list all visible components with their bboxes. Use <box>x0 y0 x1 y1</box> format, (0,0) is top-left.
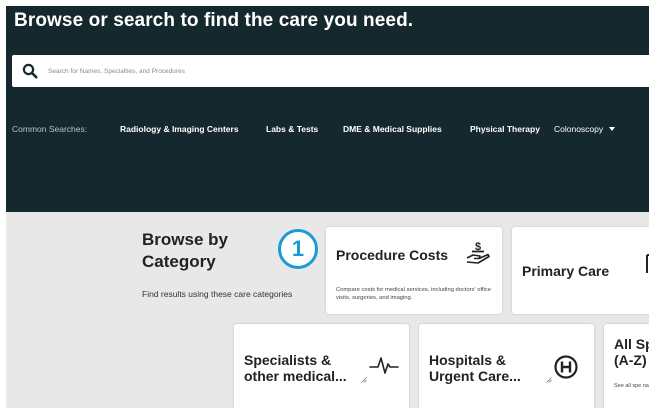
card-primary-care[interactable]: Primary Care <box>512 227 649 314</box>
common-search-link-dme[interactable]: DME & Medical Supplies <box>343 124 442 134</box>
common-searches-more-dropdown[interactable]: Colonoscopy <box>554 124 616 134</box>
hero-banner: Browse or search to find the care you ne… <box>6 6 649 212</box>
common-searches-label: Common Searches: <box>12 124 88 134</box>
chevron-down-icon <box>609 127 616 131</box>
search-bar[interactable] <box>12 55 649 87</box>
browse-category-title: Browse by Category <box>142 230 228 271</box>
card-specialists-title: Specialists & other medical... <box>244 352 347 384</box>
resize-handle-icon <box>361 377 367 383</box>
common-search-link-physical-therapy[interactable]: Physical Therapy <box>470 124 540 134</box>
common-searches-more-label: Colonoscopy <box>554 124 604 134</box>
step-number-badge: 1 <box>278 229 318 269</box>
card-primary-care-title: Primary Care <box>522 263 610 279</box>
card-all-specialties-description: See all spe name <box>614 383 649 389</box>
common-search-link-labs[interactable]: Labs & Tests <box>266 124 318 134</box>
heartbeat-icon <box>369 357 399 374</box>
common-search-link-radiology[interactable]: Radiology & Imaging Centers <box>120 124 239 134</box>
card-specialists[interactable]: Specialists & other medical... <box>234 324 409 408</box>
card-procedure-costs-description: Compare costs for medical services, incl… <box>336 287 492 301</box>
hospital-h-icon <box>554 355 578 379</box>
card-procedure-costs[interactable]: Procedure Costs $ Compare costs for medi… <box>326 227 502 314</box>
card-procedure-costs-title: Procedure Costs <box>336 247 449 263</box>
common-searches: Common Searches: Radiology & Imaging Cen… <box>12 124 649 138</box>
resize-handle-icon <box>546 377 552 383</box>
search-input[interactable] <box>48 60 638 82</box>
card-hospitals-title: Hospitals & Urgent Care... <box>429 352 521 384</box>
search-icon[interactable] <box>22 63 38 79</box>
hand-dollar-icon: $ <box>466 241 490 264</box>
card-all-specialties-title: All Sp (A-Z) <box>614 336 649 368</box>
card-all-specialties[interactable]: All Sp (A-Z) See all spe name <box>604 324 649 408</box>
browse-category-subtitle: Find results using these care categories <box>142 289 293 299</box>
hero-title: Browse or search to find the care you ne… <box>14 10 414 31</box>
card-hospitals[interactable]: Hospitals & Urgent Care... <box>419 324 594 408</box>
primary-care-icon <box>646 254 649 273</box>
